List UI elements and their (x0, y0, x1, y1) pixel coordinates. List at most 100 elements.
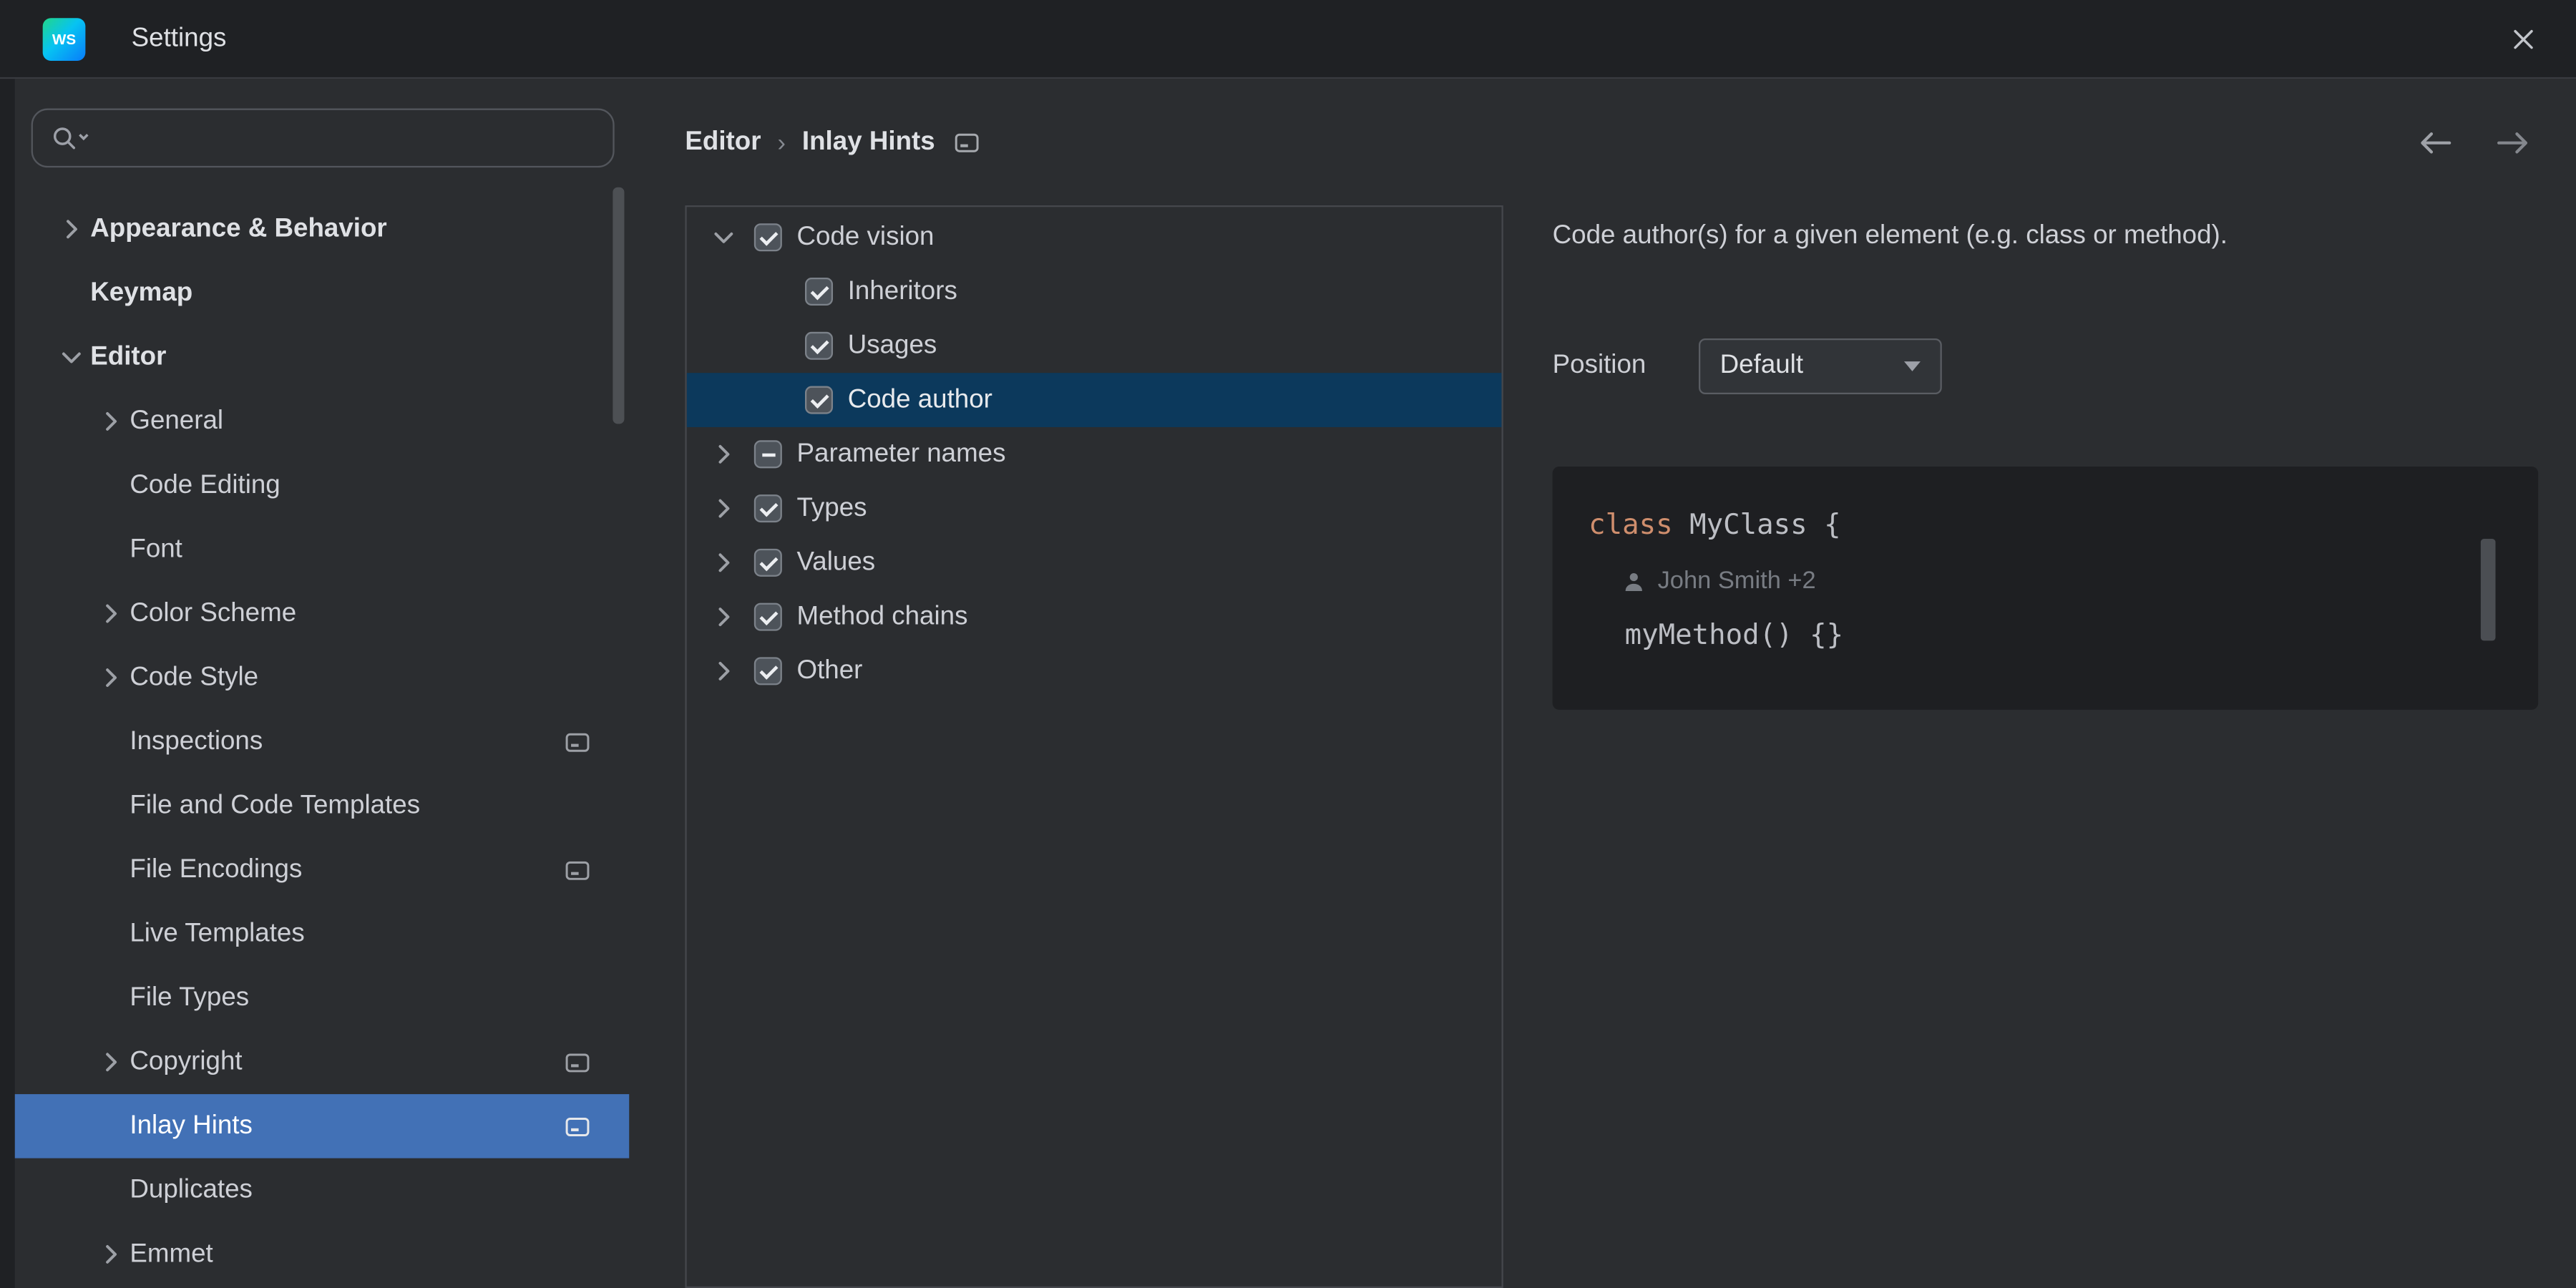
settings-card-icon (565, 1116, 590, 1136)
chevron-right-icon[interactable] (710, 494, 754, 522)
checkbox-checked[interactable] (753, 223, 782, 252)
left-edge-strip (0, 79, 15, 1288)
chevron-down-icon[interactable] (57, 343, 90, 371)
sidebar-item-copyright[interactable]: Copyright (15, 1030, 630, 1095)
sidebar-item-code-style[interactable]: Code Style (15, 645, 630, 710)
chevron-down-icon (1903, 361, 1921, 371)
settings-card-icon (955, 133, 979, 153)
checkbox-checked[interactable] (805, 331, 834, 360)
chevron-right-icon[interactable] (710, 657, 754, 685)
breadcrumb-editor[interactable]: Editor (685, 128, 761, 157)
sidebar-item-label: Live Templates (130, 919, 305, 947)
sidebar-item-duplicates[interactable]: Duplicates (15, 1158, 630, 1223)
back-arrow-icon[interactable] (2415, 128, 2454, 157)
checkbox-indeterminate[interactable] (753, 440, 782, 469)
hints-item-method-chains[interactable]: Method chains (687, 590, 1502, 644)
search-input[interactable] (103, 121, 613, 155)
search-box[interactable] (31, 108, 615, 168)
code-preview: class MyClass { John Smith +2 myMethod()… (1552, 467, 2539, 710)
sidebar-item-label: Editor (90, 342, 167, 371)
sidebar-item-label: Appearance & Behavior (90, 214, 387, 243)
checkbox-checked[interactable] (805, 278, 834, 306)
sidebar-item-label: File Types (130, 983, 250, 1012)
chevron-right-icon[interactable] (97, 1048, 130, 1076)
sidebar-item-appearance-behavior[interactable]: Appearance & Behavior (15, 197, 630, 262)
hints-item-label: Types (796, 493, 867, 522)
chevron-right-icon[interactable] (97, 600, 130, 628)
checkbox-checked[interactable] (753, 548, 782, 577)
checkbox-checked[interactable] (753, 602, 782, 631)
hints-item-label: Values (796, 547, 876, 576)
chevron-right-icon[interactable] (710, 603, 754, 631)
description-text: Code author(s) for a given element (e.g.… (1552, 221, 2228, 250)
sidebar-item-emmet[interactable]: Emmet (15, 1222, 630, 1287)
chevron-right-icon[interactable] (97, 407, 130, 435)
chevron-right-icon[interactable] (97, 664, 130, 692)
position-dropdown-value: Default (1719, 351, 1804, 380)
sidebar-item-file-types[interactable]: File Types (15, 966, 630, 1030)
sidebar-item-label: Color Scheme (130, 598, 297, 627)
sidebar-item-file-and-code-templates[interactable]: File and Code Templates (15, 774, 630, 838)
sidebar-item-editor[interactable]: Editor (15, 326, 630, 390)
sidebar-item-code-editing[interactable]: Code Editing (15, 454, 630, 518)
sidebar-item-label: Code Editing (130, 470, 280, 499)
sidebar-item-inspections[interactable]: Inspections (15, 710, 630, 774)
sidebar-item-label: Inspections (130, 726, 263, 755)
chevron-right-icon[interactable] (57, 215, 90, 243)
webstorm-logo-icon: WS (42, 17, 86, 60)
sidebar-item-label: Emmet (130, 1239, 213, 1268)
sidebar-item-keymap[interactable]: Keymap (15, 261, 630, 326)
sidebar-item-live-templates[interactable]: Live Templates (15, 902, 630, 966)
chevron-right-icon[interactable] (710, 440, 754, 468)
sidebar-item-color-scheme[interactable]: Color Scheme (15, 582, 630, 646)
hints-item-usages[interactable]: Usages (687, 318, 1502, 373)
main-area: Editor › Inlay Hints Code vision Inherit… (629, 79, 2576, 1288)
settings-card-icon (565, 732, 590, 752)
sidebar-scrollbar-thumb[interactable] (613, 187, 625, 424)
position-dropdown[interactable]: Default (1698, 338, 1942, 395)
sidebar-item-label: File and Code Templates (130, 791, 421, 819)
chevron-right-icon[interactable] (97, 1240, 130, 1268)
hints-item-label: Inheritors (847, 276, 957, 305)
history-nav (2415, 128, 2533, 157)
hints-item-types[interactable]: Types (687, 482, 1502, 536)
checkbox-checked[interactable] (805, 386, 834, 414)
chevron-right-icon[interactable] (710, 549, 754, 577)
position-row: Position Default (1552, 338, 2539, 395)
hints-item-other[interactable]: Other (687, 644, 1502, 698)
position-label: Position (1552, 351, 1646, 380)
chevron-down-icon[interactable] (710, 223, 754, 251)
code-line-class: class MyClass { (1589, 496, 2538, 557)
checkbox-checked[interactable] (753, 657, 782, 686)
hints-item-code-author[interactable]: Code author (686, 373, 1502, 427)
inlay-hints-tree-panel: Code vision Inheritors Usages Code author Pa… (685, 205, 1503, 1288)
hints-item-parameter-names[interactable]: Parameter names (687, 427, 1502, 482)
settings-content: Appearance & Behavior Keymap Editor General… (0, 79, 2576, 1288)
inlay-hint-text: John Smith +2 (1657, 567, 1816, 595)
hints-item-label: Usages (847, 331, 937, 359)
hints-item-label: Code author (847, 385, 992, 414)
keyword-class: class (1589, 509, 1673, 542)
preview-scrollbar-thumb[interactable] (2480, 539, 2496, 641)
hints-item-label: Parameter names (796, 439, 1006, 468)
hints-item-values[interactable]: Values (687, 535, 1502, 590)
sidebar-item-inlay-hints[interactable]: Inlay Hints (14, 1094, 630, 1158)
code-line-method: myMethod() {} (1624, 619, 1844, 653)
hints-item-code-vision[interactable]: Code vision (687, 210, 1502, 265)
settings-card-icon (565, 860, 590, 880)
details-panel: Code author(s) for a given element (e.g.… (1552, 205, 2539, 1288)
sidebar-item-general[interactable]: General (15, 389, 630, 454)
hints-item-inheritors[interactable]: Inheritors (687, 265, 1502, 319)
titlebar: WS Settings (0, 0, 2576, 79)
sidebar-item-label: Inlay Hints (130, 1111, 253, 1140)
checkbox-checked[interactable] (753, 494, 782, 523)
sidebar-item-label: General (130, 406, 224, 435)
settings-card-icon (565, 1053, 590, 1073)
forward-arrow-icon[interactable] (2494, 128, 2533, 157)
sidebar-item-label: File Encodings (130, 855, 303, 884)
sidebar-item-file-encodings[interactable]: File Encodings (15, 838, 630, 902)
sidebar-item-font[interactable]: Font (15, 517, 630, 582)
code-author-inlay: John Smith +2 (1589, 557, 2538, 606)
close-button[interactable] (2500, 16, 2546, 62)
settings-window: WS Settings Appearance & Behavior Keymap… (0, 0, 2576, 1288)
